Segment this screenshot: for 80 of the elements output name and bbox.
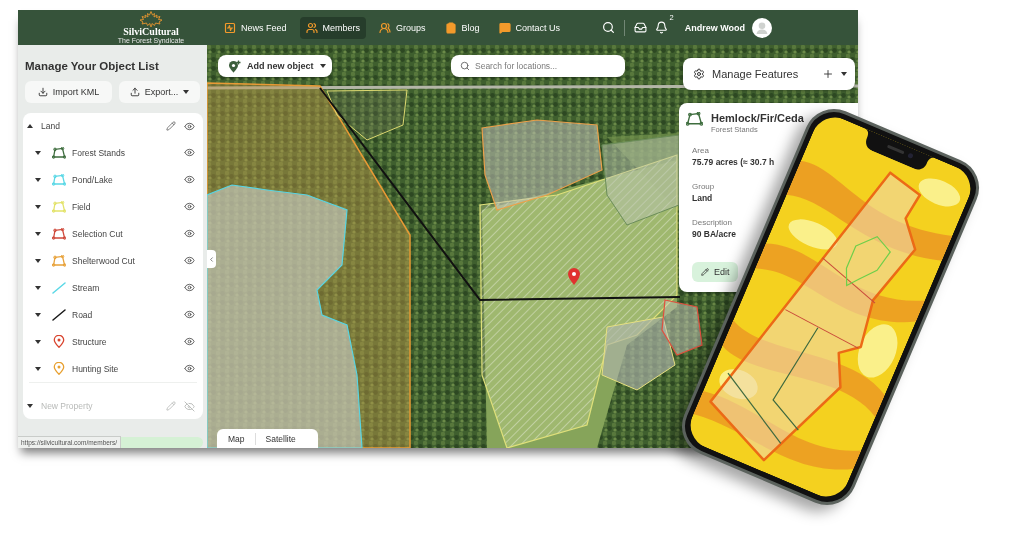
nav-link[interactable]: Contact Us <box>492 16 567 39</box>
bell-icon[interactable] <box>654 21 668 34</box>
layer-name[interactable]: Field <box>72 201 184 212</box>
cut-area <box>661 299 703 356</box>
caret-icon[interactable] <box>35 312 41 317</box>
panel-title: Manage Features <box>712 68 800 80</box>
search-icon <box>460 61 470 71</box>
eye-icon[interactable] <box>184 147 195 158</box>
group-icon <box>379 21 392 34</box>
caret-icon[interactable] <box>841 72 847 76</box>
field-value: Land <box>692 192 714 204</box>
eye-icon[interactable] <box>184 336 195 347</box>
map-type-button[interactable]: Map <box>221 431 252 446</box>
nav-link[interactable]: Members <box>299 16 367 39</box>
layer-name[interactable]: Structure <box>72 336 184 347</box>
field-label: Area <box>692 145 710 156</box>
logo-text[interactable]: SilviCultural <box>123 26 179 37</box>
eye-icon[interactable] <box>184 309 195 320</box>
eye-icon[interactable] <box>184 201 195 212</box>
upload-icon <box>129 87 140 97</box>
settings-icon[interactable] <box>693 68 705 80</box>
layer-name[interactable]: Hunting Site <box>72 363 184 374</box>
avatar-icon[interactable] <box>752 17 772 38</box>
chat-bubble-icon <box>498 21 511 34</box>
layer-name[interactable]: Pond/Lake <box>72 174 184 185</box>
field-label: Group <box>692 181 716 192</box>
field-value: 90 BA/acre <box>692 228 737 240</box>
map-type-button[interactable]: Satellite <box>258 431 303 446</box>
caret-icon[interactable] <box>35 177 41 182</box>
export-button[interactable]: Export... <box>119 81 200 103</box>
clipboard-icon <box>444 21 457 34</box>
eye-icon[interactable] <box>184 228 195 239</box>
add-object-button[interactable]: Add new object <box>218 55 332 77</box>
layer-name[interactable]: Forest Stands <box>72 147 184 158</box>
pencil-icon <box>701 268 709 276</box>
eye-icon[interactable] <box>184 282 195 293</box>
eye-icon[interactable] <box>184 174 195 185</box>
feature-title: Hemlock/Fir/Ceda <box>711 112 804 125</box>
sidebar-title: Manage Your Object List <box>25 59 160 73</box>
caret-icon[interactable] <box>35 150 41 155</box>
eye-icon[interactable] <box>184 255 195 266</box>
edit-button[interactable]: Edit <box>692 262 738 282</box>
caret-icon[interactable] <box>183 90 190 94</box>
caret-icon[interactable] <box>35 204 41 209</box>
nav-link[interactable]: News Feed <box>218 16 293 39</box>
user-name[interactable]: Andrew Wood <box>684 22 745 33</box>
search-field[interactable]: Search for locations... <box>451 55 625 77</box>
users-icon <box>305 21 318 34</box>
eye-icon[interactable] <box>184 363 195 374</box>
chevron-left-icon <box>208 255 215 263</box>
field-label: Description <box>692 217 733 228</box>
maple-leaf-icon <box>138 10 164 27</box>
field-value: 75.79 acres (≈ 30.7 h <box>692 156 776 168</box>
download-icon <box>37 87 48 97</box>
layer-name[interactable]: Shelterwood Cut <box>72 255 184 266</box>
map-pin-icon <box>568 268 580 285</box>
inbox-icon[interactable] <box>633 21 647 34</box>
stand-line <box>821 257 876 304</box>
polygon-icon <box>686 112 703 126</box>
activity-icon <box>224 21 236 34</box>
eye-icon[interactable] <box>184 120 195 132</box>
caret-icon[interactable] <box>35 258 41 263</box>
search-icon[interactable] <box>601 21 615 34</box>
caret-icon[interactable] <box>35 366 41 371</box>
layer-name[interactable]: Stream <box>72 282 184 293</box>
pin-plus-icon <box>228 59 241 73</box>
import-button[interactable]: Import KML <box>25 81 112 103</box>
layer-name[interactable]: Selection Cut <box>72 228 184 239</box>
pencil-icon[interactable] <box>166 121 176 131</box>
caret-icon[interactable] <box>35 339 41 344</box>
caret-icon[interactable] <box>35 231 41 236</box>
nav-link[interactable]: Blog <box>438 16 486 39</box>
stand-outline <box>845 235 891 287</box>
nav-link[interactable]: Groups <box>373 16 432 39</box>
group-name[interactable]: Land <box>41 121 166 131</box>
layer-name[interactable]: Road <box>72 309 184 320</box>
plus-icon[interactable] <box>822 68 834 80</box>
caret-icon[interactable] <box>27 124 33 128</box>
caret-icon[interactable] <box>319 64 326 68</box>
caret-icon[interactable] <box>35 285 41 290</box>
